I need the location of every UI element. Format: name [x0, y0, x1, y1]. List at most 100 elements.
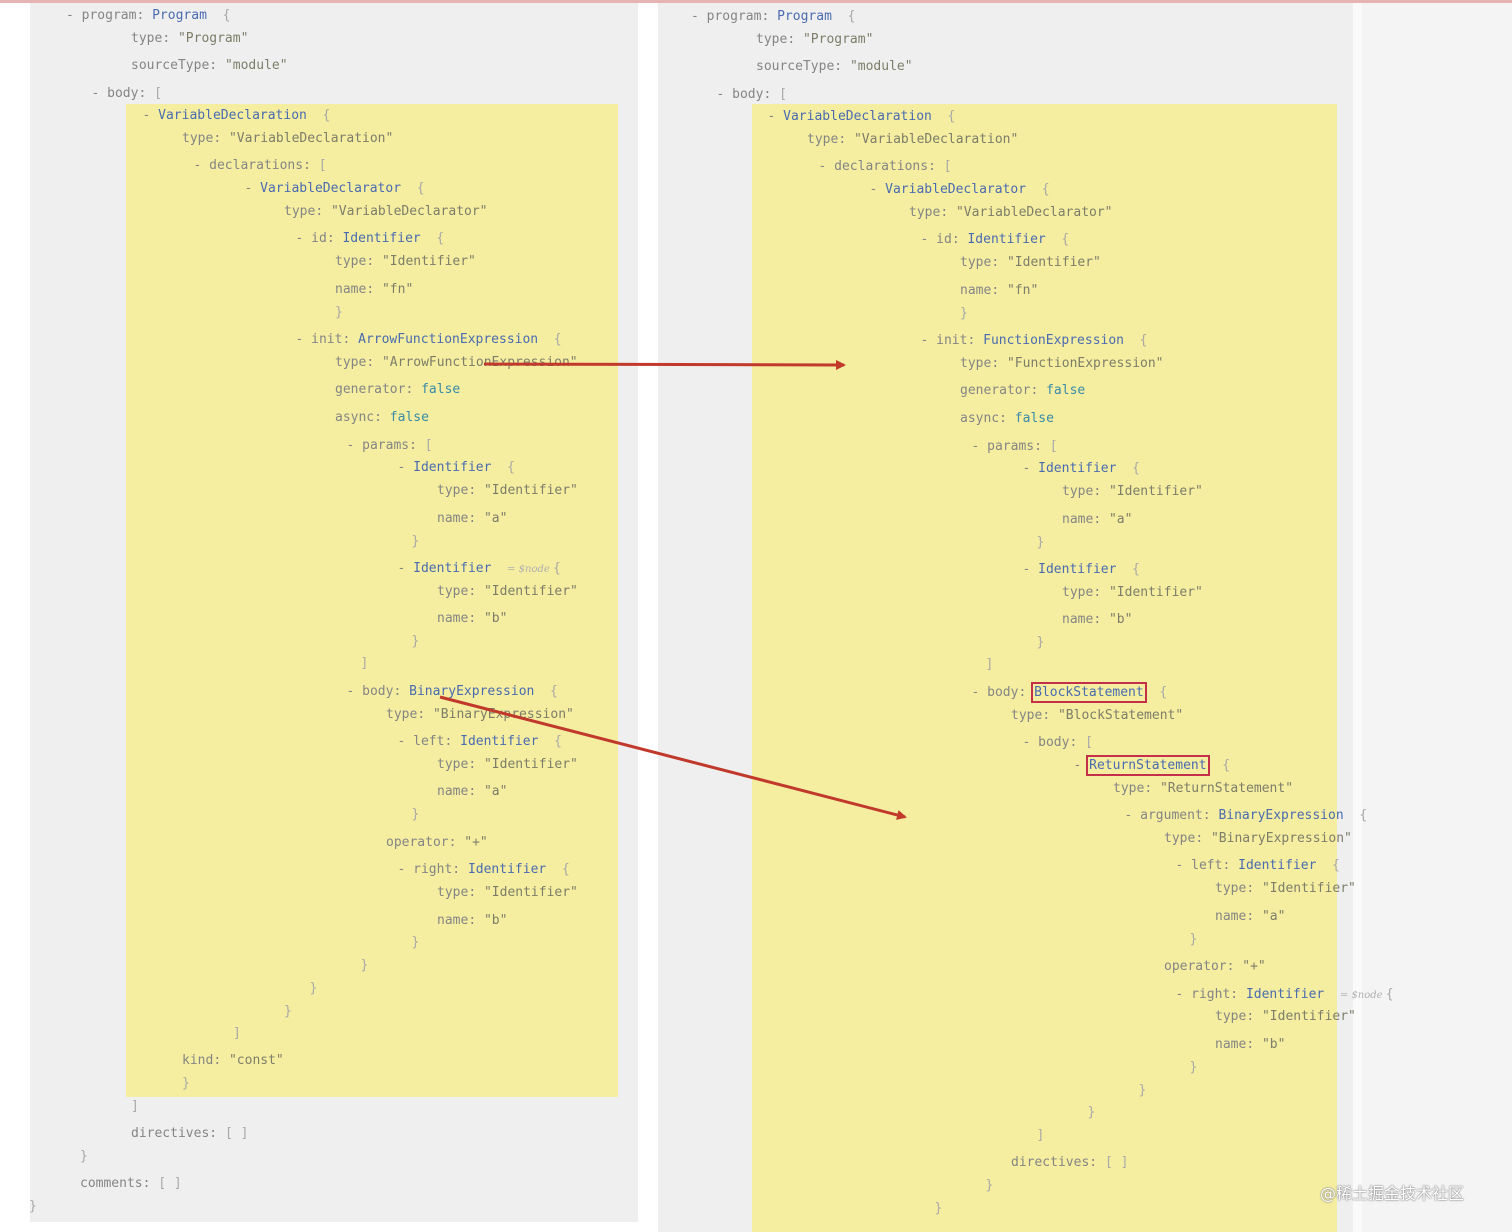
right-ast-line[interactable]: name: "b" — [1062, 612, 1132, 628]
left-ast-line[interactable]: } — [335, 305, 343, 321]
left-ast-line[interactable]: type: "Identifier" — [437, 885, 578, 901]
right-ast-line[interactable]: type: "Identifier" — [1215, 1009, 1356, 1025]
left-ast-line[interactable]: name: "a" — [437, 784, 507, 800]
left-ast-line[interactable]: type: "Identifier" — [437, 757, 578, 773]
left-ast-line[interactable]: - VariableDeclaration { — [143, 108, 331, 124]
left-ast-line[interactable]: - right: Identifier { — [398, 862, 570, 878]
left-ast-line[interactable]: - VariableDeclarator { — [245, 181, 425, 197]
left-ast-line[interactable]: - Identifier { — [398, 460, 515, 476]
right-ast-line[interactable]: - id: Identifier { — [921, 232, 1070, 248]
right-ast-line[interactable]: type: "VariableDeclaration" — [807, 132, 1018, 148]
left-ast-line[interactable]: name: "b" — [437, 913, 507, 929]
left-ast-line[interactable]: - body: BinaryExpression { — [347, 684, 558, 700]
left-ast-line[interactable]: } — [361, 958, 369, 974]
left-ast-line[interactable]: type: "ArrowFunctionExpression" — [335, 355, 578, 371]
right-ast-line[interactable]: directives: [ ] — [1011, 1155, 1128, 1171]
right-ast-line[interactable]: ] — [1037, 1128, 1045, 1144]
left-ast-line[interactable]: generator: false — [335, 382, 460, 398]
right-ast-line[interactable]: type: "ReturnStatement" — [1113, 781, 1293, 797]
left-ast-line[interactable]: } — [29, 1199, 37, 1215]
left-ast-line[interactable]: - init: ArrowFunctionExpression { — [296, 332, 562, 348]
right-ast-line[interactable]: type: "VariableDeclarator" — [909, 205, 1113, 221]
left-ast-line[interactable]: - params: [ — [347, 438, 433, 454]
left-ast-line[interactable]: } — [182, 1076, 190, 1092]
right-ast-line[interactable]: type: "BinaryExpression" — [1164, 831, 1352, 847]
left-ast-line[interactable]: name: "b" — [437, 611, 507, 627]
left-ast-line[interactable]: ] — [361, 656, 369, 672]
left-ast-line[interactable]: type: "Program" — [131, 31, 248, 47]
left-ast-line[interactable]: - left: Identifier { — [398, 734, 562, 750]
left-ast-line[interactable]: - Identifier = $node { — [398, 561, 561, 578]
right-ast-line[interactable]: name: "b" — [1215, 1037, 1285, 1053]
left-ast-line[interactable]: name: "a" — [437, 511, 507, 527]
right-ast-line[interactable]: } — [935, 1201, 943, 1217]
left-ast-line[interactable]: name: "fn" — [335, 282, 413, 298]
right-ast-line[interactable]: } — [1190, 1060, 1198, 1076]
right-ast-line[interactable]: name: "a" — [1215, 909, 1285, 925]
right-ast-line[interactable]: } — [960, 306, 968, 322]
right-ast-line[interactable]: } — [1139, 1083, 1147, 1099]
right-ast-line[interactable]: } — [1037, 535, 1045, 551]
left-ast-line[interactable]: ] — [131, 1099, 139, 1115]
left-ast-line[interactable]: async: false — [335, 410, 429, 426]
right-ast-line[interactable]: type: "Program" — [756, 32, 873, 48]
right-ast-line[interactable]: ] — [986, 657, 994, 673]
right-ast-line[interactable]: - body: [ — [717, 87, 787, 103]
right-ast-line[interactable]: operator: "+" — [1164, 959, 1266, 975]
right-ast-line[interactable]: sourceType: "module" — [756, 59, 913, 75]
right-ast-line[interactable]: name: "a" — [1062, 512, 1132, 528]
left-ast-line[interactable]: } — [310, 981, 318, 997]
left-ast-line[interactable]: } — [412, 807, 420, 823]
right-ast-line[interactable]: - right: Identifier = $node { — [1176, 987, 1394, 1004]
right-ast-line[interactable]: - params: [ — [972, 439, 1058, 455]
right-ast-line[interactable]: - VariableDeclaration { — [768, 109, 956, 125]
right-ast-line[interactable]: type: "Identifier" — [1215, 881, 1356, 897]
right-ast-line[interactable]: - program: Program { — [691, 9, 855, 25]
right-ast-line[interactable]: type: "Identifier" — [1062, 484, 1203, 500]
right-ast-line[interactable]: - argument: BinaryExpression { — [1125, 808, 1368, 824]
right-ast-line[interactable]: - Identifier { — [1023, 562, 1140, 578]
left-ast-line[interactable]: type: "Identifier" — [335, 254, 476, 270]
left-ast-line[interactable]: - declarations: [ — [194, 158, 327, 174]
left-ast-line[interactable]: type: "VariableDeclarator" — [284, 204, 488, 220]
left-ast-line[interactable]: sourceType: "module" — [131, 58, 288, 74]
left-ast-line[interactable]: type: "Identifier" — [437, 584, 578, 600]
right-ast-line[interactable]: async: false — [960, 411, 1054, 427]
right-ast-line[interactable]: - Identifier { — [1023, 461, 1140, 477]
expand-toggle: - — [818, 159, 835, 174]
right-ast-line[interactable]: generator: false — [960, 383, 1085, 399]
right-ast-line[interactable]: - ReturnStatement { — [1074, 755, 1230, 776]
expand-toggle: - — [66, 8, 82, 23]
left-ast-line[interactable]: ] — [233, 1026, 241, 1042]
right-ast-line[interactable]: - init: FunctionExpression { — [921, 333, 1148, 349]
left-ast-line[interactable]: - id: Identifier { — [296, 231, 445, 247]
right-ast-line[interactable]: } — [1190, 932, 1198, 948]
left-ast-line[interactable]: } — [284, 1004, 292, 1020]
left-ast-line[interactable]: } — [412, 935, 420, 951]
right-ast-line[interactable]: - declarations: [ — [819, 159, 952, 175]
right-ast-line[interactable]: } — [986, 1178, 994, 1194]
left-ast-line[interactable]: - body: [ — [92, 86, 162, 102]
right-ast-line[interactable]: } — [1088, 1105, 1096, 1121]
left-ast-line[interactable]: - program: Program { — [66, 8, 230, 24]
left-ast-line[interactable]: directives: [ ] — [131, 1126, 248, 1142]
left-ast-line[interactable]: operator: "+" — [386, 835, 488, 851]
right-ast-line[interactable]: - body: [ — [1023, 735, 1093, 751]
right-ast-line[interactable]: type: "FunctionExpression" — [960, 356, 1164, 372]
right-ast-line[interactable]: } — [1037, 635, 1045, 651]
right-ast-line[interactable]: - left: Identifier { — [1176, 858, 1340, 874]
left-ast-line[interactable]: } — [412, 534, 420, 550]
right-ast-line[interactable]: type: "BlockStatement" — [1011, 708, 1183, 724]
right-ast-line[interactable]: - body: BlockStatement { — [972, 682, 1167, 703]
right-ast-line[interactable]: type: "Identifier" — [1062, 585, 1203, 601]
left-ast-line[interactable]: } — [80, 1149, 88, 1165]
left-ast-line[interactable]: type: "VariableDeclaration" — [182, 131, 393, 147]
right-ast-line[interactable]: name: "fn" — [960, 283, 1038, 299]
right-ast-line[interactable]: - VariableDeclarator { — [870, 182, 1050, 198]
left-ast-line[interactable]: type: "BinaryExpression" — [386, 707, 574, 723]
left-ast-line[interactable]: comments: [ ] — [80, 1176, 182, 1192]
left-ast-line[interactable]: kind: "const" — [182, 1053, 284, 1069]
left-ast-line[interactable]: type: "Identifier" — [437, 483, 578, 499]
left-ast-line[interactable]: } — [412, 634, 420, 650]
right-ast-line[interactable]: type: "Identifier" — [960, 255, 1101, 271]
